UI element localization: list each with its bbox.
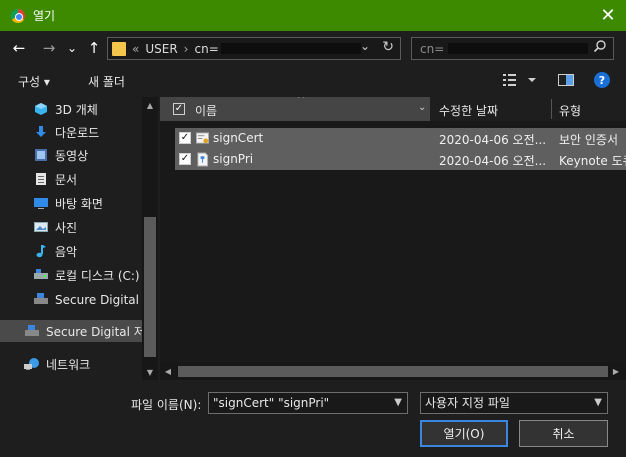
sidebar-item-videos[interactable]: 동영상 (0, 144, 142, 166)
video-icon (33, 147, 49, 163)
scroll-left-arrow-icon[interactable]: ◀ (160, 363, 176, 380)
sidebar-item-local-disk[interactable]: 로컬 디스크 (C:) (0, 264, 142, 286)
column-header: ✓ 이름 ^ ⌄ 수정한 날짜 유형 (160, 97, 626, 121)
search-icon[interactable] (593, 39, 607, 53)
column-modified-header[interactable]: 수정한 날짜 (439, 102, 498, 119)
close-button[interactable]: ✕ (590, 0, 626, 31)
row-checkbox[interactable]: ✓ (179, 153, 191, 165)
recent-locations-button[interactable]: ⌄ (66, 38, 78, 58)
row-checkbox[interactable]: ✓ (179, 132, 191, 144)
sort-ascending-icon: ^ (297, 97, 306, 105)
search-placeholder: cn= (420, 41, 445, 56)
back-button[interactable]: ← (10, 38, 28, 58)
file-name-label: 파일 이름(N): (131, 398, 202, 412)
file-row-signcert[interactable]: ✓ signCert 2020-04-06 오전... 보안 인증서 (175, 128, 626, 149)
file-name: signPri (213, 152, 254, 166)
column-name-header[interactable]: ✓ 이름 ^ ⌄ (160, 97, 430, 121)
dialog-footer: 파일 이름(N): "signCert" "signPri" ▼ 사용자 지정 … (0, 380, 626, 457)
scroll-up-arrow-icon[interactable]: ▲ (142, 97, 158, 113)
address-bar[interactable]: « USER › cn= ⌄ ↻ (107, 37, 401, 60)
scroll-down-arrow-icon[interactable]: ▼ (142, 364, 158, 380)
sidebar-item-network[interactable]: 네트워크 (0, 353, 142, 375)
sidebar-item-downloads[interactable]: 다운로드 (0, 121, 142, 143)
chevron-down-icon[interactable]: ⌄ (360, 39, 370, 53)
file-type: Keynote 도큐 (559, 154, 626, 168)
search-box[interactable]: cn= (411, 37, 614, 60)
horizontal-scrollbar[interactable]: ◀ ▶ (160, 363, 626, 380)
chevron-down-icon[interactable]: ▼ (394, 393, 402, 413)
title-bar: 열기 ✕ (0, 0, 626, 31)
chevron-down-icon[interactable]: ⌄ (418, 102, 426, 113)
file-modified: 2020-04-06 오전... (439, 154, 547, 168)
file-modified: 2020-04-06 오전... (439, 133, 547, 147)
music-icon (33, 243, 49, 259)
breadcrumb-overflow[interactable]: « (132, 42, 139, 56)
sd-card-icon (24, 323, 40, 339)
navigation-pane: 3D 개체 다운로드 동영상 문서 바탕 화면 사진 음악 로컬 디스크 (C:… (0, 97, 158, 380)
view-options-icon[interactable] (503, 73, 537, 87)
select-all-checkbox[interactable]: ✓ (173, 103, 185, 115)
desktop-icon (33, 195, 49, 211)
sidebar-scroll-thumb[interactable] (144, 217, 156, 357)
drive-icon (33, 267, 49, 283)
file-type: 보안 인증서 (559, 133, 619, 147)
breadcrumb-cn[interactable]: cn= (194, 42, 218, 56)
cube-icon (33, 101, 49, 117)
sd-card-icon (33, 291, 49, 307)
breadcrumb-user[interactable]: USER (145, 42, 177, 56)
document-icon (33, 171, 49, 187)
sidebar-item-desktop[interactable]: 바탕 화면 (0, 192, 142, 214)
open-button[interactable]: 열기(O) (420, 420, 508, 447)
network-icon (24, 356, 40, 372)
breadcrumb-separator[interactable]: › (184, 42, 189, 56)
folder-icon (112, 41, 126, 56)
sidebar-item-sd-card-1[interactable]: Secure Digital 저장 (0, 288, 142, 310)
picture-icon (33, 219, 49, 235)
cancel-button[interactable]: 취소 (519, 420, 608, 447)
download-icon (33, 124, 49, 140)
sidebar-item-3d-objects[interactable]: 3D 개체 (0, 98, 142, 120)
column-type-header[interactable]: 유형 (559, 102, 581, 119)
file-row-signpri[interactable]: ✓ signPri 2020-04-06 오전... Keynote 도큐 (175, 149, 626, 170)
chrome-icon (11, 8, 25, 23)
sidebar-item-documents[interactable]: 문서 (0, 168, 142, 190)
certificate-file-icon (196, 132, 209, 144)
scroll-right-arrow-icon[interactable]: ▶ (608, 363, 624, 380)
preview-pane-icon[interactable] (558, 73, 574, 87)
up-button[interactable]: ↑ (86, 38, 102, 58)
navigation-bar: ← → ⌄ ↑ « USER › cn= ⌄ ↻ cn= (0, 31, 626, 64)
redacted-text (220, 43, 361, 54)
chevron-down-icon[interactable]: ▼ (594, 393, 602, 413)
organize-button[interactable]: 구성 ▾ (18, 73, 50, 90)
window-title: 열기 (33, 9, 56, 23)
file-name-input[interactable]: "signCert" "signPri" ▼ (208, 392, 408, 414)
command-bar: 구성 ▾ 새 폴더 ? (0, 64, 626, 97)
sidebar-item-pictures[interactable]: 사진 (0, 216, 142, 238)
column-divider[interactable] (551, 99, 552, 119)
file-name: signCert (213, 131, 264, 145)
help-icon[interactable]: ? (594, 72, 610, 88)
horizontal-scroll-thumb[interactable] (178, 366, 608, 377)
forward-button[interactable]: → (40, 38, 58, 58)
keynote-file-icon (197, 152, 209, 167)
refresh-icon[interactable]: ↻ (382, 39, 394, 55)
file-list: ✓ 이름 ^ ⌄ 수정한 날짜 유형 ✓ signCert 2020-04-06… (160, 97, 626, 380)
redacted-text (448, 43, 589, 54)
sidebar-item-sd-card-2[interactable]: Secure Digital 저장 (0, 320, 142, 342)
file-type-select[interactable]: 사용자 지정 파일 ▼ (420, 392, 608, 414)
sidebar-item-music[interactable]: 음악 (0, 240, 142, 262)
new-folder-button[interactable]: 새 폴더 (88, 73, 125, 90)
